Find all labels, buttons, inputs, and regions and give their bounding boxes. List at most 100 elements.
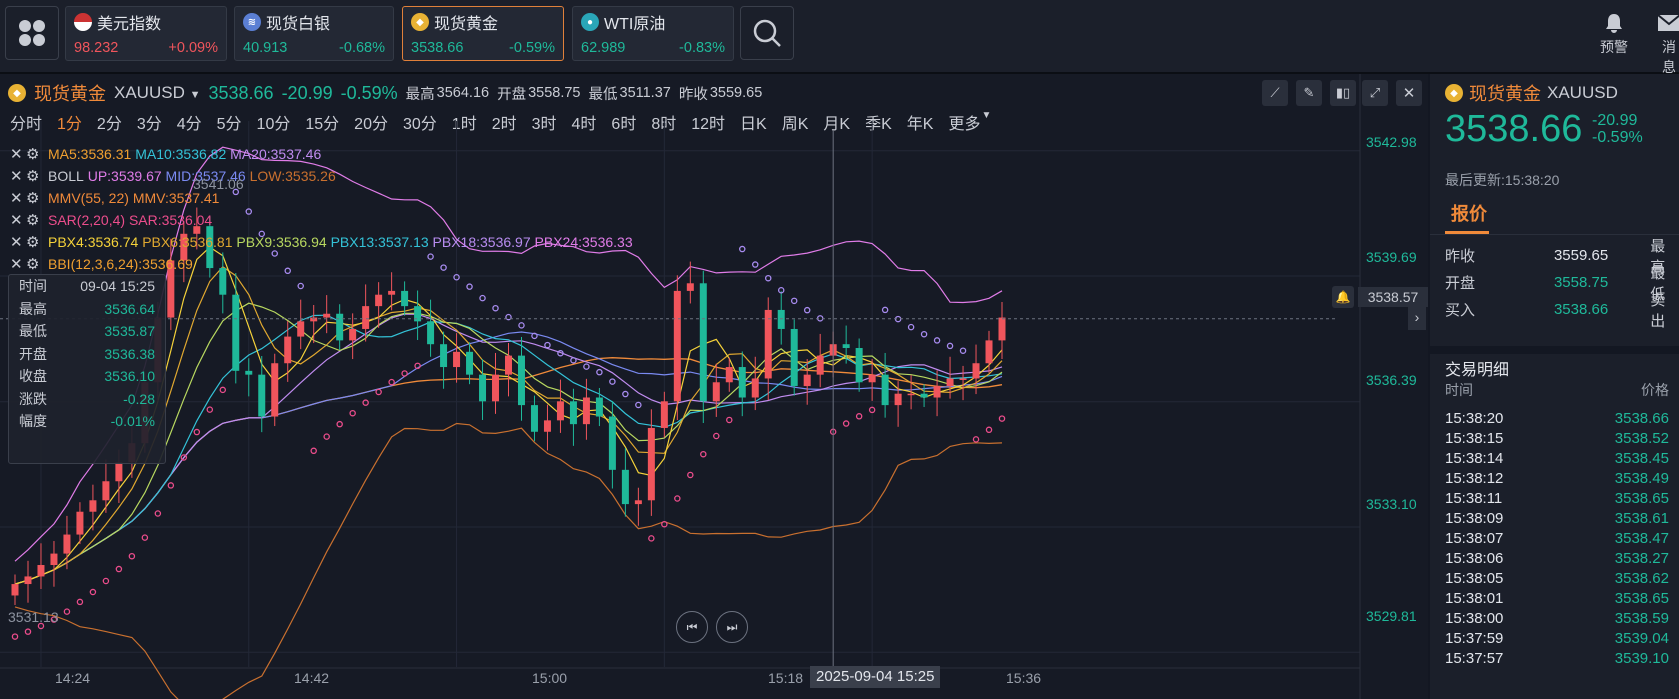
sar-dot [842,420,850,427]
scroll-end-button[interactable]: ⏭ [716,611,748,643]
crosshair-time-tag: 2025-09-04 15:25 [810,666,941,688]
gear-icon[interactable]: ⚙ [26,145,48,163]
candle [375,294,383,307]
candle [245,370,253,375]
price-alert-button[interactable]: 🔔 [1332,286,1354,308]
trade-row: 15:38:20 3538.66 [1445,408,1679,428]
tooltip-low: 3535.87 [104,323,155,340]
gold-icon: ◆ [411,13,429,31]
close-icon[interactable]: ✕ [10,211,26,229]
mmv-legend: ✕ ⚙ MMV(55, 22) MMV:3537.41 [10,188,219,208]
close-icon[interactable]: ✕ [10,145,26,163]
skip-back-icon: ⏮ [686,619,698,634]
sar-dot [206,406,214,413]
trade-price: 3539.04 [1614,629,1669,647]
sar-dot [154,510,162,517]
trades-price-header: 价格 [1641,382,1669,398]
sar-dot [946,342,954,350]
candle-tooltip: 时间 09-04 15:25 最高 3536.64 最低 3535.87 开盘 3536… [8,274,166,464]
trades-time-header: 时间 [1445,382,1473,398]
close-icon[interactable]: ✕ [10,189,26,207]
trade-price: 3538.65 [1614,589,1669,607]
trade-time: 15:38:14 [1445,449,1504,467]
sar-dot [24,628,32,635]
candle [466,351,474,375]
sar-dot [596,368,603,376]
y-axis-label: 3542.98 [1366,134,1417,150]
trade-time: 15:38:01 [1445,589,1504,607]
candle [453,351,461,368]
candle [998,317,1006,341]
sar-dot [141,534,149,541]
pbx9-value: PBX9:3536.94 [236,234,327,250]
collapse-panel-button[interactable]: › [1408,304,1426,330]
x-axis-label: 14:24 [55,670,91,686]
sar-dot [492,304,499,312]
ma-legend: ✕ ⚙ MA5:3536.31 MA10:3536.82 MA20:3537.46 [10,144,321,164]
gear-icon[interactable]: ⚙ [26,167,48,185]
tooltip-amp: -0.01% [110,413,155,430]
trade-time: 15:38:12 [1445,469,1504,487]
candle [894,393,902,406]
gear-icon[interactable]: ⚙ [26,233,48,251]
tooltip-high: 3536.64 [104,300,155,317]
trade-price: 3538.45 [1614,449,1669,467]
ticker-card-dxy[interactable]: 美元指数 98.232 +0.09% [65,6,227,61]
panel-change: -20.99 [1592,112,1638,129]
x-axis-label: 15:36 [1006,670,1042,686]
alert-button[interactable]: 预警 [1600,12,1628,57]
candle [258,374,266,417]
trade-row: 15:38:06 3538.27 [1445,548,1679,568]
close-icon[interactable]: ✕ [10,255,26,273]
sar-dot [739,245,746,253]
gear-icon[interactable]: ⚙ [26,189,48,207]
gear-icon[interactable]: ⚙ [26,255,48,273]
tooltip-open: 3536.38 [104,345,155,362]
ticker-card-wti[interactable]: ● WTI原油 62.989 -0.83% [572,6,734,61]
trade-row: 15:37:59 3539.04 [1445,628,1679,648]
candle [790,328,798,387]
boll-low: LOW:3535.26 [249,168,336,184]
y-axis-label: 3539.69 [1366,249,1417,265]
search-button[interactable] [740,6,794,60]
sar-dot [76,598,84,606]
trade-price: 3538.66 [1614,409,1669,427]
scroll-start-button[interactable]: ⏮ [676,611,708,643]
quote-row-value: 3558.75 [1553,274,1609,291]
sar-dot [583,363,590,370]
sar-dot [881,306,889,314]
ticker-card-gold[interactable]: ◆ 现货黄金 3538.66 -0.59% [402,6,564,61]
sar-dot [102,577,110,585]
trade-price: 3538.62 [1614,569,1669,587]
candle [102,481,110,501]
sar-dot [570,357,577,364]
candle [686,283,694,291]
candle [349,328,357,341]
candle [959,378,967,380]
ticker-change: -0.59% [509,40,555,56]
candle [76,511,84,535]
tab-quote[interactable]: 报价 [1451,200,1487,226]
sar-dot [89,588,97,596]
apps-menu-button[interactable] [5,6,59,60]
sar-dot [297,282,304,290]
message-button[interactable]: 消息 [1657,12,1679,77]
candle [310,317,318,322]
ma5-value: MA5:3536.31 [48,146,132,162]
tooltip-open-label: 开盘 [19,345,47,362]
ticker-price: 98.232 [74,40,119,56]
trade-time: 15:38:07 [1445,529,1504,547]
ticker-card-silver[interactable]: ≋ 现货白银 40.913 -0.68% [234,6,394,61]
candle [647,427,655,501]
close-icon[interactable]: ✕ [10,167,26,185]
tooltip-high-label: 最高 [19,300,47,317]
quote-row: 昨收 3559.65 最高 [1445,238,1679,276]
candle [699,283,707,402]
gear-icon[interactable]: ⚙ [26,211,48,229]
sar-dot [310,447,317,455]
sar-dot [700,450,707,458]
close-icon[interactable]: ✕ [10,233,26,251]
sar-dot [907,323,915,331]
sar-dot [128,552,136,560]
message-label: 消息 [1662,39,1676,75]
